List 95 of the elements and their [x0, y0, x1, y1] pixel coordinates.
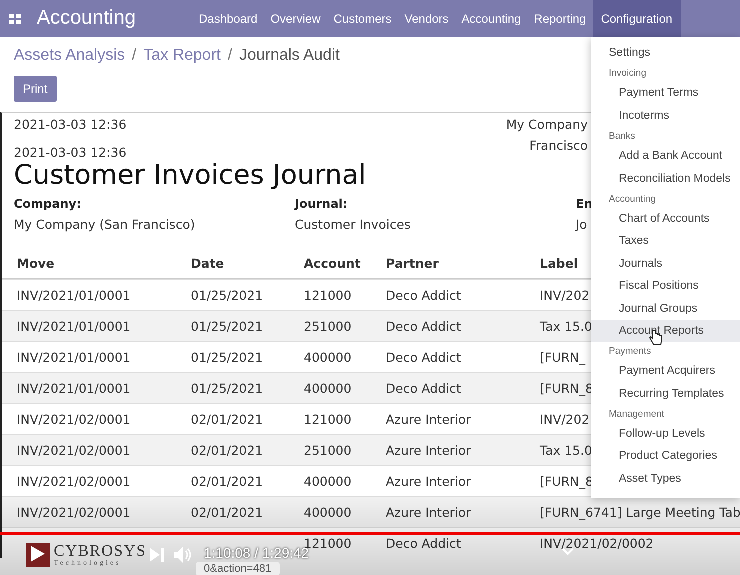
table-cell: 01/25/2021 [191, 288, 264, 302]
table-cell: 251000 [304, 318, 352, 334]
table-cell: Tax 15.0 [540, 318, 592, 334]
table-cell: INV/2021/01/0001 [17, 380, 131, 396]
table-cell: 400000 [304, 474, 352, 488]
table-cell: 02/01/2021 [191, 474, 264, 488]
table-cell: Deco Addict [386, 380, 462, 396]
menu-item[interactable]: Asset Types [591, 468, 740, 490]
breadcrumb-current: Journals Audit [239, 47, 340, 66]
menu-item[interactable]: Incoterms [591, 104, 740, 128]
menu-section-header: Management [608, 408, 666, 422]
menu-item[interactable]: Follow-up Levels [591, 423, 740, 446]
table-cell: INV/2021/01/0001 [17, 350, 131, 364]
table-cell: 400000 [304, 380, 352, 396]
report-date: 2021-03-03 12:36 [14, 145, 127, 160]
url-tooltip: 0&action=481 [196, 562, 280, 575]
nav-menu-item[interactable]: Customers [328, 0, 398, 37]
skip-next-icon[interactable] [150, 548, 164, 562]
breadcrumb-separator: / [132, 47, 137, 66]
field-value: My Company (San Francisco) [14, 217, 196, 232]
table-cell: 02/01/2021 [191, 412, 264, 426]
column-header: Move [17, 256, 55, 270]
menu-item[interactable]: Recurring Templates [591, 382, 740, 406]
breadcrumb-link[interactable]: Tax Report [144, 47, 221, 66]
table-cell: 400000 [304, 350, 352, 364]
menu-item[interactable]: Add a Bank Account [591, 145, 740, 168]
table-cell: Tax 15.0 [540, 442, 592, 458]
apps-menu-icon[interactable] [9, 12, 21, 24]
field-value: Customer Invoices [295, 217, 411, 232]
table-cell: 01/25/2021 [191, 318, 264, 334]
table-cell: Azure Interior [386, 504, 472, 520]
nav-menu-item[interactable]: Accounting [456, 0, 528, 37]
breadcrumb-separator: / [228, 47, 232, 66]
menu-section-header: Payments [608, 345, 652, 360]
nav-menu-item[interactable]: Vendors [398, 0, 455, 37]
table-cell: 400000 [304, 504, 352, 520]
table-cell: [FURN_ [540, 350, 586, 364]
table-cell: Deco Addict [386, 288, 462, 302]
table-cell: INV/2021/02/0001 [17, 504, 131, 520]
table-cell: [FURN_6741] Large Meeting Tab [540, 504, 740, 520]
table-cell: INV/202 [540, 412, 590, 426]
column-header: Date [191, 256, 224, 270]
menu-item[interactable]: Payment Terms [591, 82, 740, 105]
column-header: Account [304, 256, 361, 270]
table-cell: 251000 [304, 442, 352, 458]
menu-section-header: Invoicing [608, 67, 648, 82]
app-title: Accounting [37, 7, 137, 30]
menu-item[interactable]: Settings [591, 42, 740, 64]
menu-item[interactable]: Journal Groups [591, 298, 740, 320]
company-header-text: Francisco [530, 138, 588, 153]
play-icon[interactable] [30, 545, 46, 563]
nav-menu-item[interactable]: Dashboard [193, 0, 264, 37]
table-cell: INV/2021/01/0001 [17, 288, 131, 302]
menu-item[interactable]: Chart of Accounts [591, 208, 740, 230]
table-cell: INV/2021/02/0002 [540, 536, 654, 550]
nav-menu-item[interactable]: Overview [264, 0, 327, 37]
menu-item[interactable]: Taxes [591, 230, 740, 253]
table-cell: Deco Addict [386, 536, 462, 550]
menu-item[interactable]: Reconciliation Models [591, 168, 740, 190]
table-cell: 01/25/2021 [191, 380, 264, 396]
volume-icon[interactable] [174, 547, 192, 563]
table-cell: Azure Interior [386, 442, 472, 458]
table-cell: Azure Interior [386, 412, 472, 426]
menu-section-header: Accounting [608, 192, 658, 207]
table-cell: 121000 [304, 288, 352, 302]
report-title: Customer Invoices Journal [14, 160, 366, 191]
nav-menu-item[interactable]: Configuration [593, 0, 681, 37]
menu-section-header: Banks [608, 130, 636, 144]
table-cell: Azure Interior [386, 474, 472, 488]
field-label: Company: [14, 197, 82, 211]
breadcrumb-link[interactable]: Assets Analysis [14, 47, 126, 66]
field-label: Journal: [295, 197, 348, 211]
table-cell: 02/01/2021 [191, 442, 264, 458]
table-cell: INV/202 [540, 288, 590, 302]
table-cell: 121000 [304, 412, 352, 426]
field-value: Jo [576, 217, 588, 232]
table-cell: Deco Addict [386, 318, 462, 334]
menu-item[interactable]: Payment Acquirers [591, 360, 740, 383]
printed-timestamp: 2021-03-03 12:36 [14, 117, 127, 134]
table-cell: Deco Addict [386, 350, 462, 364]
nav-menu-item[interactable]: Reporting [528, 0, 592, 37]
table-cell: 01/25/2021 [191, 350, 264, 364]
menu-item[interactable]: Product Categories [591, 445, 740, 468]
column-header: Label [540, 256, 578, 270]
company-header-text: My Company [506, 117, 588, 132]
table-cell: 02/01/2021 [191, 504, 264, 520]
table-cell: INV/2021/02/0001 [17, 474, 131, 488]
menu-item[interactable]: Fiscal Positions [591, 275, 740, 298]
print-button[interactable]: Print [14, 76, 57, 102]
chevron-down-icon[interactable] [562, 548, 574, 556]
column-header: Partner [386, 256, 439, 270]
table-cell: INV/2021/01/0001 [17, 318, 131, 334]
menu-item[interactable]: Journals [591, 252, 740, 276]
table-cell: INV/2021/02/0001 [17, 442, 131, 458]
table-cell: INV/2021/02/0001 [17, 412, 131, 426]
